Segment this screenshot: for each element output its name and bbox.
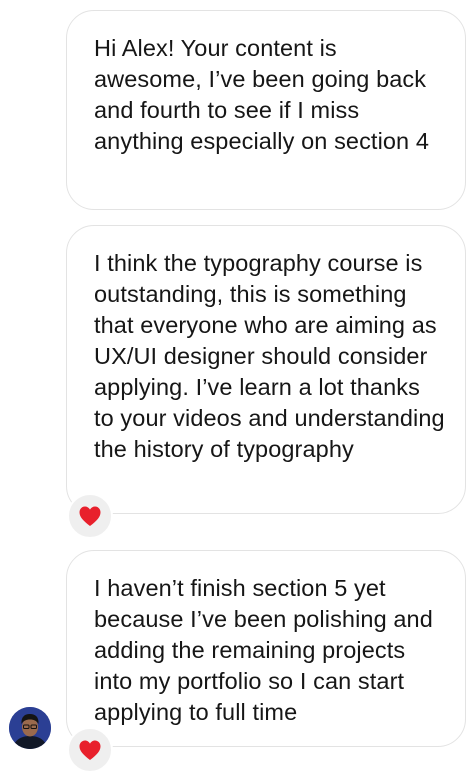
message-text: Hi Alex! Your content is awesome, I’ve b… — [94, 35, 430, 154]
avatar[interactable] — [9, 707, 51, 749]
user-avatar-icon — [9, 707, 51, 749]
heart-icon — [79, 740, 101, 760]
reaction-badge[interactable] — [67, 493, 113, 539]
message-text: I haven’t finish section 5 yet because I… — [94, 575, 433, 725]
heart-icon — [79, 506, 101, 526]
message-bubble[interactable]: Hi Alex! Your content is awesome, I’ve b… — [66, 10, 466, 210]
message-bubble[interactable]: I think the typography course is outstan… — [66, 225, 466, 514]
message-text: I think the typography course is outstan… — [94, 250, 445, 462]
message-bubble[interactable]: I haven’t finish section 5 yet because I… — [66, 550, 466, 747]
reaction-badge[interactable] — [67, 727, 113, 773]
